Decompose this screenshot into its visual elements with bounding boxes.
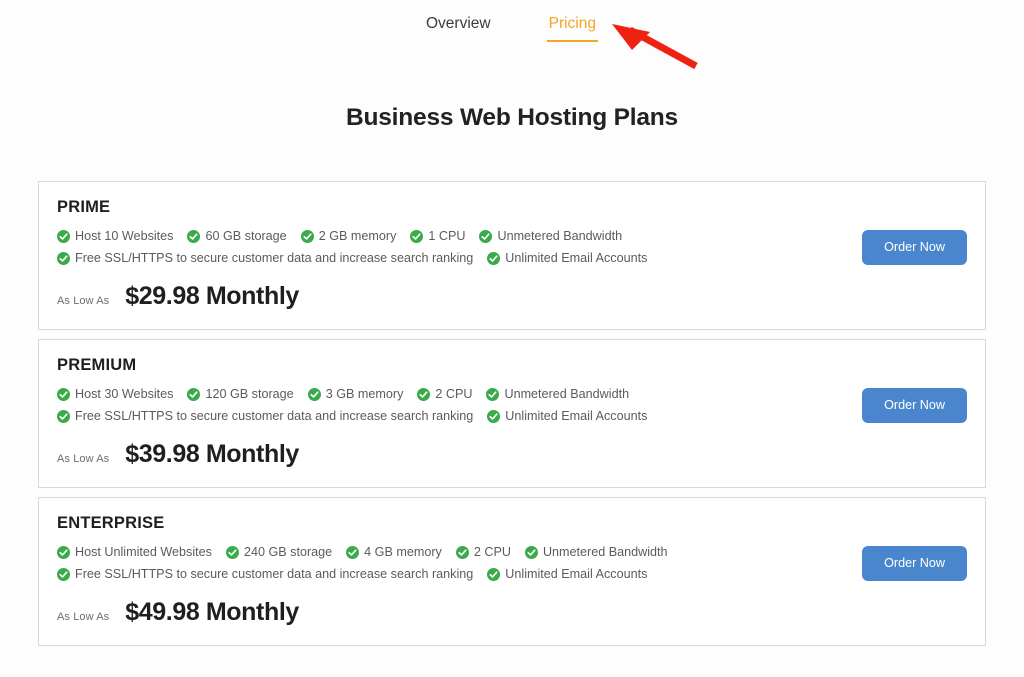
feature-item: 120 GB storage xyxy=(187,387,294,402)
check-circle-icon xyxy=(57,230,70,243)
check-circle-icon xyxy=(479,230,493,243)
feature-item: 2 GB memory xyxy=(300,229,397,244)
pricing-cards-list: PRIME Host 10 Websites 60 GB storage 2 G… xyxy=(38,132,986,646)
check-circle-icon xyxy=(57,410,70,423)
plan-price-row: As Low As $49.98 Monthly xyxy=(57,598,967,627)
pricing-card-premium: PREMIUM Host 30 Websites 120 GB storage … xyxy=(38,339,986,488)
feature-item: Unmetered Bandwidth xyxy=(524,545,668,560)
feature-label: 3 GB memory xyxy=(325,387,404,401)
check-circle-icon xyxy=(225,546,239,559)
check-circle-icon xyxy=(487,410,501,423)
feature-item: 60 GB storage xyxy=(187,229,287,244)
check-circle-icon xyxy=(187,230,201,243)
feature-item: 240 GB storage xyxy=(225,545,333,560)
feature-row: Host Unlimited Websites 240 GB storage 4… xyxy=(57,545,747,560)
check-circle-icon xyxy=(486,388,500,401)
feature-label: Free SSL/HTTPS to secure customer data a… xyxy=(75,409,474,423)
feature-item: Unlimited Email Accounts xyxy=(487,251,647,266)
feature-label: Host Unlimited Websites xyxy=(75,545,212,559)
feature-label: 2 GB memory xyxy=(318,229,397,243)
feature-item: Free SSL/HTTPS to secure customer data a… xyxy=(57,567,473,582)
feature-label: 240 GB storage xyxy=(243,545,333,559)
price-amount: $29.98 Monthly xyxy=(125,282,299,310)
plan-name: ENTERPRISE xyxy=(57,514,165,532)
feature-label: Host 30 Websites xyxy=(75,387,174,401)
feature-row: Free SSL/HTTPS to secure customer data a… xyxy=(57,251,747,266)
feature-label: 2 CPU xyxy=(473,545,511,559)
feature-label: Unmetered Bandwidth xyxy=(542,545,668,559)
feature-item: Unmetered Bandwidth xyxy=(479,229,622,244)
order-now-button[interactable]: Order Now xyxy=(862,230,967,265)
price-amount: $39.98 Monthly xyxy=(125,440,299,468)
feature-item: Host 30 Websites xyxy=(57,387,173,402)
check-circle-icon xyxy=(300,230,314,243)
check-circle-icon xyxy=(187,388,201,401)
check-circle-icon xyxy=(57,252,70,265)
feature-label: 60 GB storage xyxy=(205,229,287,243)
tab-overview[interactable]: Overview xyxy=(426,14,491,40)
price-label: As Low As xyxy=(57,295,110,307)
check-circle-icon xyxy=(410,230,424,243)
plan-features: Host 10 Websites 60 GB storage 2 GB memo… xyxy=(57,229,747,266)
feature-item: Host Unlimited Websites xyxy=(57,545,212,560)
tab-pricing[interactable]: Pricing xyxy=(546,14,598,42)
check-circle-icon xyxy=(57,546,70,559)
check-circle-icon xyxy=(487,568,501,581)
feature-label: Unlimited Email Accounts xyxy=(505,567,648,581)
feature-item: 4 GB memory xyxy=(346,545,442,560)
feature-item: Unlimited Email Accounts xyxy=(487,567,647,582)
pricing-card-prime: PRIME Host 10 Websites 60 GB storage 2 G… xyxy=(38,181,986,330)
page-title: Business Web Hosting Plans xyxy=(346,104,678,131)
order-now-button[interactable]: Order Now xyxy=(862,546,967,581)
feature-label: Free SSL/HTTPS to secure customer data a… xyxy=(75,567,474,581)
check-circle-icon xyxy=(57,568,70,581)
feature-item: Free SSL/HTTPS to secure customer data a… xyxy=(57,251,473,266)
feature-label: 4 GB memory xyxy=(364,545,442,559)
plan-features: Host 30 Websites 120 GB storage 3 GB mem… xyxy=(57,387,747,424)
plan-price-row: As Low As $29.98 Monthly xyxy=(57,282,967,311)
check-circle-icon xyxy=(455,546,469,559)
feature-item: 2 CPU xyxy=(455,545,511,560)
feature-row: Free SSL/HTTPS to secure customer data a… xyxy=(57,567,747,582)
check-circle-icon xyxy=(524,546,538,559)
feature-label: 2 CPU xyxy=(435,387,473,401)
feature-item: 1 CPU xyxy=(410,229,465,244)
check-circle-icon xyxy=(346,546,360,559)
feature-label: Free SSL/HTTPS to secure customer data a… xyxy=(75,251,474,265)
feature-item: Free SSL/HTTPS to secure customer data a… xyxy=(57,409,473,424)
order-now-button[interactable]: Order Now xyxy=(862,388,967,423)
plan-name: PRIME xyxy=(57,198,111,216)
feature-item: Unlimited Email Accounts xyxy=(487,409,647,424)
plan-price-row: As Low As $39.98 Monthly xyxy=(57,440,967,469)
feature-label: Unlimited Email Accounts xyxy=(505,251,648,265)
feature-label: 120 GB storage xyxy=(205,387,294,401)
plan-features: Host Unlimited Websites 240 GB storage 4… xyxy=(57,545,747,582)
feature-label: Unmetered Bandwidth xyxy=(497,229,623,243)
price-label: As Low As xyxy=(57,611,110,623)
check-circle-icon xyxy=(307,388,321,401)
feature-item: Host 10 Websites xyxy=(57,229,173,244)
feature-label: Host 10 Websites xyxy=(75,229,174,243)
feature-row: Host 10 Websites 60 GB storage 2 GB memo… xyxy=(57,229,747,244)
feature-row: Host 30 Websites 120 GB storage 3 GB mem… xyxy=(57,387,747,402)
feature-label: Unmetered Bandwidth xyxy=(504,387,630,401)
check-circle-icon xyxy=(57,388,70,401)
plan-name: PREMIUM xyxy=(57,356,137,374)
feature-label: Unlimited Email Accounts xyxy=(505,409,648,423)
check-circle-icon xyxy=(487,252,501,265)
feature-label: 1 CPU xyxy=(428,229,466,243)
feature-item: 2 CPU xyxy=(417,387,472,402)
feature-row: Free SSL/HTTPS to secure customer data a… xyxy=(57,409,747,424)
price-amount: $49.98 Monthly xyxy=(125,598,299,626)
top-navigation: Overview Pricing xyxy=(0,0,1024,42)
feature-item: 3 GB memory xyxy=(307,387,404,402)
pricing-card-enterprise: ENTERPRISE Host Unlimited Websites 240 G… xyxy=(38,497,986,646)
price-label: As Low As xyxy=(57,453,110,465)
check-circle-icon xyxy=(417,388,431,401)
feature-item: Unmetered Bandwidth xyxy=(486,387,629,402)
